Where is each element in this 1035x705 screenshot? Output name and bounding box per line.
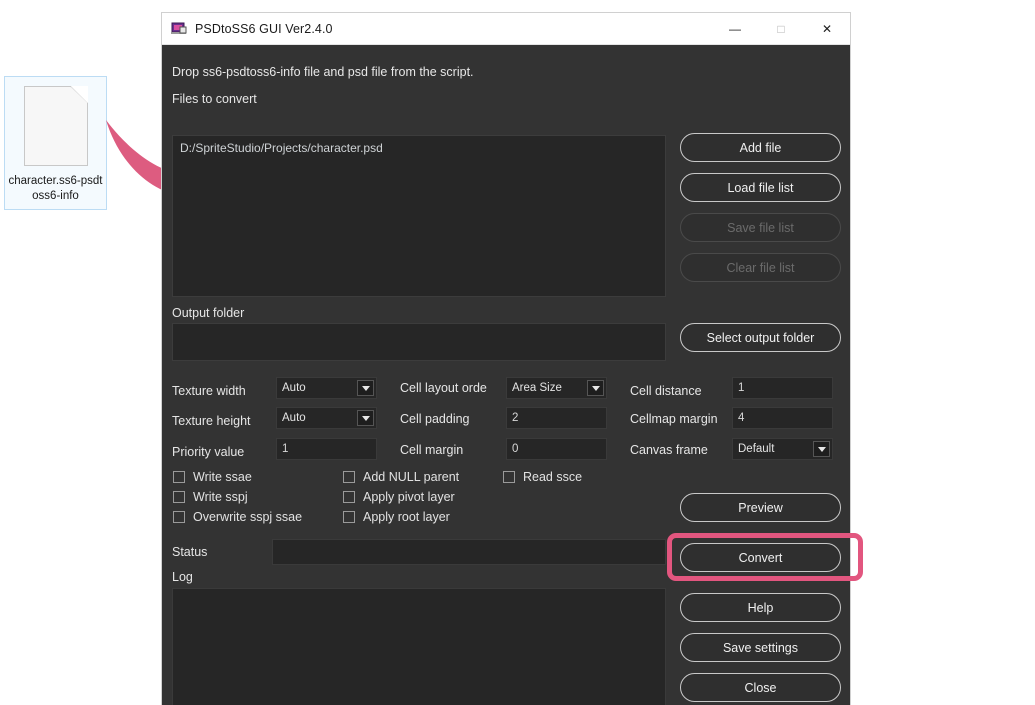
status-field	[272, 539, 666, 565]
checkbox-box[interactable]	[343, 491, 355, 503]
cellmap-margin-input[interactable]: 4	[732, 407, 833, 429]
checkbox-label: Apply pivot layer	[363, 490, 455, 504]
checkbox-box[interactable]	[343, 471, 355, 483]
screen: character.ss6-psdtoss6-info PSDtoSS6 GUI…	[0, 0, 1035, 705]
checkbox-write-ssae[interactable]: Write ssae	[173, 470, 252, 484]
drop-hint-text: Drop ss6-psdtoss6-info file and psd file…	[172, 65, 474, 79]
cell-padding-input[interactable]: 2	[506, 407, 607, 429]
canvas-frame-combo[interactable]: Default	[732, 438, 833, 460]
texture-height-combo[interactable]: Auto	[276, 407, 377, 429]
checkbox-box[interactable]	[343, 511, 355, 523]
chevron-down-icon[interactable]	[357, 410, 374, 426]
cell-distance-label: Cell distance	[630, 384, 702, 398]
priority-value-label: Priority value	[172, 445, 245, 459]
output-folder-value	[173, 324, 665, 334]
checkbox-read-ssce[interactable]: Read ssce	[503, 470, 582, 484]
close-icon[interactable]: ✕	[804, 13, 850, 45]
cell-padding-value: 2	[512, 412, 519, 424]
application-window: PSDtoSS6 GUI Ver2.4.0 — □ ✕ Drop ss6-psd…	[161, 12, 863, 705]
close-button[interactable]: Close	[680, 673, 841, 702]
cell-layout-order-combo[interactable]: Area Size	[506, 377, 607, 399]
cell-layout-order-value: Area Size	[512, 382, 562, 394]
texture-width-value: Auto	[282, 382, 306, 394]
cell-layout-order-label: Cell layout orde	[400, 381, 487, 395]
load-file-list-button[interactable]: Load file list	[680, 173, 841, 202]
log-label: Log	[172, 570, 193, 584]
checkbox-label: Apply root layer	[363, 510, 450, 524]
checkbox-box[interactable]	[503, 471, 515, 483]
status-label: Status	[172, 545, 208, 559]
cell-distance-value: 1	[738, 382, 745, 394]
checkbox-box[interactable]	[173, 491, 185, 503]
cellmap-margin-value: 4	[738, 412, 745, 424]
priority-value-text: 1	[282, 443, 289, 455]
maximize-button[interactable]: □	[758, 13, 804, 45]
app-icon	[171, 21, 187, 37]
file-document-icon	[23, 86, 88, 166]
checkbox-label: Overwrite sspj ssae	[193, 510, 303, 524]
checkbox-label: Add NULL parent	[363, 470, 460, 484]
canvas-frame-value: Default	[738, 443, 775, 455]
cell-padding-label: Cell padding	[400, 412, 470, 426]
checkbox-label: Write sspj	[193, 490, 248, 504]
window-titlebar[interactable]: PSDtoSS6 GUI Ver2.4.0 — □ ✕	[162, 13, 850, 45]
log-field[interactable]	[172, 588, 666, 705]
cell-margin-label: Cell margin	[400, 443, 464, 457]
texture-width-label: Texture width	[172, 384, 246, 398]
cell-distance-input[interactable]: 1	[732, 377, 833, 399]
checkbox-box[interactable]	[173, 471, 185, 483]
window-title: PSDtoSS6 GUI Ver2.4.0	[195, 21, 333, 36]
checkbox-apply-root-layer[interactable]: Apply root layer	[343, 510, 450, 524]
checkbox-write-sspj[interactable]: Write sspj	[173, 490, 248, 504]
help-button[interactable]: Help	[680, 593, 841, 622]
window-body: Drop ss6-psdtoss6-info file and psd file…	[162, 45, 863, 705]
priority-value-input[interactable]: 1	[276, 438, 377, 460]
texture-height-value: Auto	[282, 412, 306, 424]
checkbox-label: Read ssce	[523, 470, 583, 484]
window-controls: — □ ✕	[712, 13, 850, 45]
select-output-folder-button[interactable]: Select output folder	[680, 323, 841, 352]
cell-margin-value: 0	[512, 443, 519, 455]
file-list-panel[interactable]: D:/SpriteStudio/Projects/character.psd	[172, 135, 666, 297]
chevron-down-icon[interactable]	[587, 380, 604, 396]
chevron-down-icon[interactable]	[357, 380, 374, 396]
preview-button[interactable]: Preview	[680, 493, 841, 522]
output-folder-label: Output folder	[172, 306, 245, 320]
save-settings-button[interactable]: Save settings	[680, 633, 841, 662]
checkbox-overwrite-sspj-ssae[interactable]: Overwrite sspj ssae	[173, 510, 302, 524]
chevron-down-icon[interactable]	[813, 441, 830, 457]
cell-margin-input[interactable]: 0	[506, 438, 607, 460]
clear-file-list-button: Clear file list	[680, 253, 841, 282]
canvas-frame-label: Canvas frame	[630, 443, 708, 457]
texture-width-combo[interactable]: Auto	[276, 377, 377, 399]
desktop-file-label: character.ss6-psdtoss6-info	[8, 175, 103, 202]
checkbox-add-null-parent[interactable]: Add NULL parent	[343, 470, 459, 484]
add-file-button[interactable]: Add file	[680, 133, 841, 162]
texture-height-label: Texture height	[172, 414, 251, 428]
files-to-convert-label: Files to convert	[172, 92, 257, 106]
cellmap-margin-label: Cellmap margin	[630, 412, 718, 426]
save-file-list-button: Save file list	[680, 213, 841, 242]
desktop-file-icon[interactable]: character.ss6-psdtoss6-info	[4, 76, 107, 210]
checkbox-box[interactable]	[173, 511, 185, 523]
minimize-button[interactable]: —	[712, 13, 758, 45]
convert-button[interactable]: Convert	[680, 543, 841, 572]
checkbox-apply-pivot-layer[interactable]: Apply pivot layer	[343, 490, 455, 504]
file-list-item[interactable]: D:/SpriteStudio/Projects/character.psd	[173, 136, 665, 160]
output-folder-field[interactable]	[172, 323, 666, 361]
checkbox-label: Write ssae	[193, 470, 252, 484]
